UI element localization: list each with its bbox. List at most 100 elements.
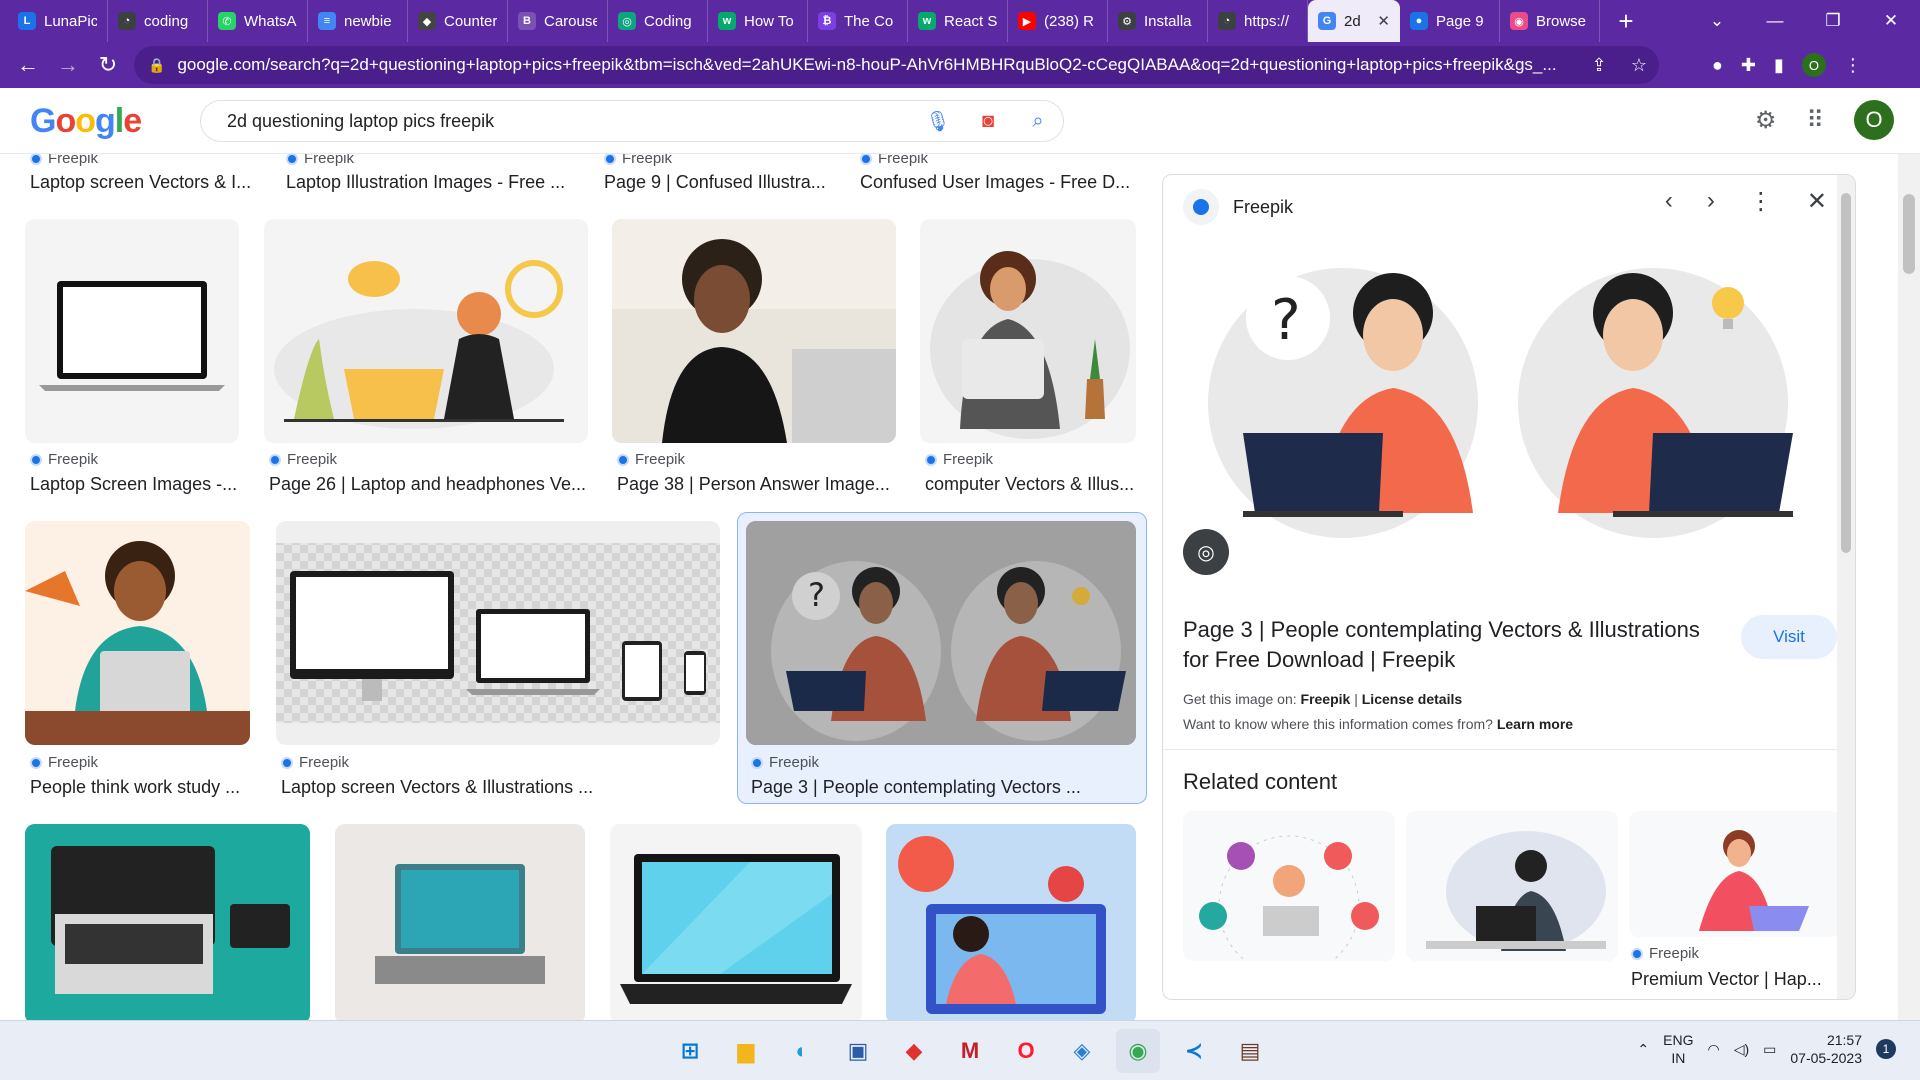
edge-browser-icon[interactable]: ◐: [780, 1029, 824, 1073]
browser-tab[interactable]: ◉ Browse: [1500, 0, 1600, 42]
page-scrollbar[interactable]: [1898, 154, 1920, 1020]
bookmark-star-icon[interactable]: ☆: [1619, 55, 1659, 76]
visit-button[interactable]: Visit: [1741, 615, 1837, 659]
result-title[interactable]: Page 9 | Confused Illustra...: [604, 172, 830, 193]
menu-kebab-icon[interactable]: ⋮: [1844, 55, 1862, 76]
search-input[interactable]: 2d questioning laptop pics freepik 🎙 ◙ ⌕: [200, 100, 1064, 142]
related-title[interactable]: Premium Vector | Hap...: [1631, 969, 1841, 990]
browser-tab[interactable]: G 2d ✕: [1308, 0, 1400, 42]
browser-tab[interactable]: ◔ https://: [1208, 0, 1308, 42]
new-tab-button[interactable]: +: [1606, 6, 1646, 37]
browser-tab[interactable]: ₿ The Co: [808, 0, 908, 42]
related-thumbnail[interactable]: [1183, 811, 1395, 961]
browser-tab[interactable]: L LunaPic: [8, 0, 108, 42]
result-thumbnail-laptop-rocket[interactable]: [335, 824, 585, 1020]
microsoft-store-icon[interactable]: ▣: [836, 1029, 880, 1073]
clock[interactable]: 21:57 07-05-2023: [1790, 1031, 1862, 1067]
result-title[interactable]: Page 38 | Person Answer Image...: [617, 474, 893, 495]
result-title[interactable]: Page 3 | People contemplating Vectors ..…: [751, 777, 1131, 798]
settings-gear-icon[interactable]: ⚙: [1755, 106, 1777, 135]
volume-icon[interactable]: ◁): [1734, 1041, 1749, 1058]
learn-more-link[interactable]: Learn more: [1497, 716, 1573, 732]
address-bar[interactable]: 🔒 google.com/search?q=2d+questioning+lap…: [134, 46, 1659, 84]
result-thumbnail-people-contemplating[interactable]: ?: [746, 521, 1136, 745]
pycharm-icon[interactable]: ◈: [1060, 1029, 1104, 1073]
browser-tab[interactable]: ◔ coding: [108, 0, 208, 42]
result-title[interactable]: Laptop screen Vectors & Illustrations ..…: [281, 777, 717, 798]
notification-badge[interactable]: 1: [1876, 1039, 1896, 1059]
apps-grid-icon[interactable]: ⠿: [1806, 106, 1824, 135]
back-button[interactable]: ←: [8, 45, 48, 85]
forward-button[interactable]: →: [48, 45, 88, 85]
result-title[interactable]: People think work study ...: [30, 777, 242, 798]
browser-tab[interactable]: ≡ newbie: [308, 0, 408, 42]
result-title[interactable]: computer Vectors & Illus...: [925, 474, 1135, 495]
panel-source[interactable]: Freepik: [1183, 189, 1293, 225]
result-title[interactable]: Page 26 | Laptop and headphones Ve...: [269, 474, 585, 495]
result-thumbnail-person-headphones[interactable]: [612, 219, 896, 443]
browser-tab[interactable]: ⚙ Installa: [1108, 0, 1208, 42]
get-image-source-link[interactable]: Freepik: [1301, 691, 1351, 707]
wifi-icon[interactable]: ◠: [1707, 1041, 1719, 1058]
share-icon[interactable]: ⇪: [1579, 55, 1619, 76]
panel-preview-image[interactable]: ?: [1183, 243, 1819, 753]
result-thumbnail-computer-woman[interactable]: [920, 219, 1136, 443]
result-thumbnail-laptop-screen[interactable]: [25, 219, 239, 443]
result-thumbnail-people-think[interactable]: [25, 521, 250, 745]
winrar-icon[interactable]: ▤: [1228, 1029, 1272, 1073]
more-options-icon[interactable]: ⋮: [1749, 187, 1773, 216]
language-indicator[interactable]: ENG IN: [1663, 1031, 1693, 1067]
result-thumbnail-black-laptop[interactable]: [610, 824, 862, 1020]
previous-icon[interactable]: ‹: [1665, 187, 1673, 216]
show-hidden-icons-icon[interactable]: ⌃: [1637, 1041, 1649, 1058]
puzzle-extensions-icon[interactable]: ✚: [1741, 55, 1756, 76]
camera-lens-icon[interactable]: ◙: [963, 110, 1013, 133]
result-title[interactable]: Confused User Images - Free D...: [860, 172, 1130, 193]
extension-icon[interactable]: ●: [1712, 55, 1723, 76]
result-title[interactable]: Laptop Illustration Images - Free ...: [286, 172, 576, 193]
result-title[interactable]: Laptop screen Vectors & I...: [30, 172, 258, 193]
browser-tab[interactable]: w How To: [708, 0, 808, 42]
minimize-button[interactable]: —: [1746, 0, 1804, 42]
browser-tab[interactable]: w React S: [908, 0, 1008, 42]
related-thumbnail[interactable]: [1629, 811, 1841, 937]
account-avatar[interactable]: O: [1854, 100, 1894, 140]
chrome-icon[interactable]: ◉: [1116, 1029, 1160, 1073]
result-thumbnail-laptop-camera[interactable]: [25, 824, 310, 1020]
profile-button[interactable]: O: [1801, 53, 1826, 77]
reload-button[interactable]: ↻: [88, 45, 128, 85]
restore-button[interactable]: ❐: [1804, 0, 1862, 42]
related-item[interactable]: Freepik Premium Vector | Hap...: [1629, 811, 1841, 999]
opera-icon[interactable]: O: [1004, 1029, 1048, 1073]
related-item[interactable]: [1406, 811, 1618, 999]
file-explorer-icon[interactable]: ▆: [724, 1029, 768, 1073]
battery-icon[interactable]: ▭: [1763, 1041, 1776, 1058]
vscode-icon[interactable]: ≺: [1172, 1029, 1216, 1073]
license-details-link[interactable]: License details: [1362, 691, 1462, 707]
windows-start-icon[interactable]: ⊞: [668, 1029, 712, 1073]
panel-scrollbar[interactable]: [1837, 175, 1855, 999]
close-icon[interactable]: ✕: [1807, 187, 1827, 216]
result-thumbnail-laptop-screen-devices[interactable]: [276, 521, 720, 745]
tab-close-icon[interactable]: ✕: [1377, 12, 1390, 30]
tab-search-icon[interactable]: ⌄: [1688, 0, 1746, 42]
anydesk-icon[interactable]: ◆: [892, 1029, 936, 1073]
side-panel-icon[interactable]: ▮: [1774, 55, 1784, 76]
related-item[interactable]: [1183, 811, 1395, 999]
microphone-icon[interactable]: 🎙: [913, 109, 963, 134]
panel-title[interactable]: Page 3 | People contemplating Vectors & …: [1183, 615, 1723, 675]
google-logo[interactable]: Google: [30, 102, 142, 141]
google-lens-icon[interactable]: ◎: [1183, 529, 1229, 575]
search-icon[interactable]: ⌕: [1013, 110, 1063, 133]
close-window-button[interactable]: ✕: [1862, 0, 1920, 42]
browser-tab[interactable]: ▶ (238) R: [1008, 0, 1108, 42]
browser-tab[interactable]: ◎ Coding: [608, 0, 708, 42]
result-title[interactable]: Laptop Screen Images -...: [30, 474, 240, 495]
result-thumbnail-support-woman[interactable]: [886, 824, 1136, 1020]
result-thumbnail-laptop-headphones[interactable]: [264, 219, 588, 443]
browser-tab[interactable]: ◆ Counter: [408, 0, 508, 42]
related-thumbnail[interactable]: [1406, 811, 1618, 961]
next-icon[interactable]: ›: [1707, 187, 1715, 216]
mcafee-icon[interactable]: M: [948, 1029, 992, 1073]
browser-tab[interactable]: ● Page 9: [1400, 0, 1500, 42]
